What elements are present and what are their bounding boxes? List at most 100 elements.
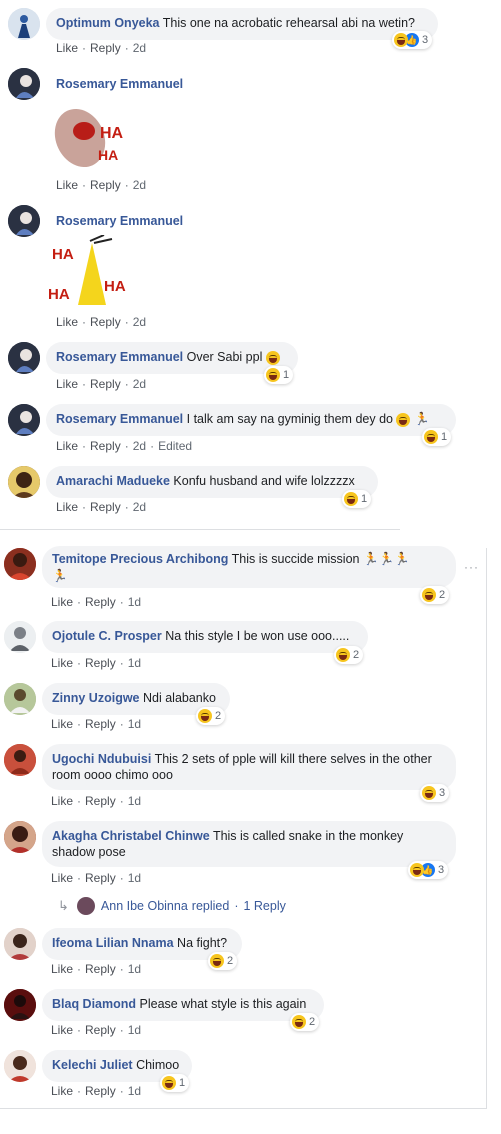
reaction-count[interactable]: 2 xyxy=(196,707,226,725)
timestamp[interactable]: 1d xyxy=(128,871,141,885)
replier-name[interactable]: Ann Ibe Obinna xyxy=(101,899,188,913)
reply-link[interactable]: Reply xyxy=(90,500,121,514)
author-name[interactable]: Rosemary Emmanuel xyxy=(56,412,183,426)
avatar[interactable] xyxy=(8,205,40,237)
haha-icon xyxy=(266,368,280,382)
reaction-count[interactable]: 3 xyxy=(420,784,450,802)
reply-link[interactable]: Reply xyxy=(90,377,121,391)
like-link[interactable]: Like xyxy=(51,962,73,976)
view-replies-link[interactable]: ↳ Ann Ibe Obinna replied · 1 Reply xyxy=(58,896,286,916)
svg-text:HA: HA xyxy=(52,246,74,263)
reply-link[interactable]: Reply xyxy=(85,871,116,885)
reaction-count[interactable]: 2 xyxy=(334,646,364,664)
avatar[interactable] xyxy=(8,8,40,40)
reply-link[interactable]: Reply xyxy=(85,595,116,609)
timestamp[interactable]: 1d xyxy=(128,717,141,731)
reaction-count[interactable]: 2 xyxy=(420,586,450,604)
like-link[interactable]: Like xyxy=(51,1084,73,1098)
author-name[interactable]: Zinny Uzoigwe xyxy=(52,691,140,705)
author-name[interactable]: Rosemary Emmanuel xyxy=(56,214,183,228)
reply-link[interactable]: Reply xyxy=(90,41,121,55)
reaction-count[interactable]: 1 xyxy=(342,490,372,508)
timestamp[interactable]: 2d xyxy=(133,315,146,329)
haha-icon xyxy=(162,1076,176,1090)
avatar[interactable] xyxy=(4,621,36,653)
like-link[interactable]: Like xyxy=(56,178,78,192)
timestamp[interactable]: 1d xyxy=(128,595,141,609)
reply-link[interactable]: Reply xyxy=(85,794,116,808)
timestamp[interactable]: 1d xyxy=(128,794,141,808)
comment-bubble: Blaq Diamond Please what style is this a… xyxy=(42,989,324,1021)
reaction-count[interactable]: 👍 3 xyxy=(408,861,449,879)
author-name[interactable]: Optimum Onyeka xyxy=(56,16,160,30)
timestamp[interactable]: 2d xyxy=(133,439,146,453)
like-link[interactable]: Like xyxy=(56,377,78,391)
reply-link[interactable]: Reply xyxy=(90,315,121,329)
reaction-count[interactable]: 1 xyxy=(160,1074,190,1092)
haha-icon xyxy=(422,588,436,602)
avatar[interactable] xyxy=(4,821,36,853)
avatar[interactable] xyxy=(8,342,40,374)
author-name[interactable]: Rosemary Emmanuel xyxy=(56,77,183,91)
reply-link[interactable]: Reply xyxy=(85,1023,116,1037)
comment-bubble: Rosemary Emmanuel I talk am say na gymin… xyxy=(46,404,456,436)
reaction-count[interactable]: 👍 3 xyxy=(392,31,433,49)
timestamp[interactable]: 2d xyxy=(133,500,146,514)
comment-text: This one na acrobatic rehearsal abi na w… xyxy=(162,16,415,30)
like-link[interactable]: Like xyxy=(56,439,78,453)
author-name[interactable]: Ugochi Ndubuisi xyxy=(52,752,151,766)
reaction-count[interactable]: 1 xyxy=(422,428,452,446)
reaction-count[interactable]: 2 xyxy=(208,952,238,970)
author-name[interactable]: Blaq Diamond xyxy=(52,997,136,1011)
edited-label[interactable]: Edited xyxy=(158,439,192,453)
avatar[interactable] xyxy=(4,744,36,776)
avatar xyxy=(76,897,95,915)
author-name[interactable]: Rosemary Emmanuel xyxy=(56,350,183,364)
timestamp[interactable]: 2d xyxy=(133,178,146,192)
like-link[interactable]: Like xyxy=(56,500,78,514)
sticker-image[interactable]: HA HA xyxy=(48,98,128,174)
timestamp[interactable]: 1d xyxy=(128,1023,141,1037)
avatar[interactable] xyxy=(4,683,36,715)
author-name[interactable]: Ifeoma Lilian Nnama xyxy=(52,936,174,950)
author-name[interactable]: Akagha Christabel Chinwe xyxy=(52,829,210,843)
like-link[interactable]: Like xyxy=(51,656,73,670)
avatar[interactable] xyxy=(4,928,36,960)
reaction-count[interactable]: 2 xyxy=(290,1013,320,1031)
avatar[interactable] xyxy=(8,404,40,436)
like-link[interactable]: Like xyxy=(51,1023,73,1037)
reply-count[interactable]: 1 Reply xyxy=(243,899,285,913)
author-name[interactable]: Ojotule C. Prosper xyxy=(52,629,162,643)
reply-link[interactable]: Reply xyxy=(90,439,121,453)
reply-link[interactable]: Reply xyxy=(85,717,116,731)
timestamp[interactable]: 2d xyxy=(133,377,146,391)
avatar[interactable] xyxy=(8,68,40,100)
divider xyxy=(0,529,400,530)
reply-link[interactable]: Reply xyxy=(85,1084,116,1098)
haha-icon xyxy=(336,648,350,662)
like-link[interactable]: Like xyxy=(56,315,78,329)
author-name[interactable]: Temitope Precious Archibong xyxy=(52,552,228,566)
like-link[interactable]: Like xyxy=(51,794,73,808)
like-link[interactable]: Like xyxy=(51,717,73,731)
sticker-image[interactable]: HA HA HA xyxy=(48,234,130,311)
like-link[interactable]: Like xyxy=(56,41,78,55)
avatar[interactable] xyxy=(8,466,40,498)
like-link[interactable]: Like xyxy=(51,871,73,885)
avatar[interactable] xyxy=(4,1050,36,1082)
reply-link[interactable]: Reply xyxy=(85,962,116,976)
avatar[interactable] xyxy=(4,548,36,580)
timestamp[interactable]: 2d xyxy=(133,41,146,55)
timestamp[interactable]: 1d xyxy=(128,962,141,976)
author-name[interactable]: Kelechi Juliet xyxy=(52,1058,133,1072)
timestamp[interactable]: 1d xyxy=(128,656,141,670)
like-link[interactable]: Like xyxy=(51,595,73,609)
reaction-count[interactable]: 1 xyxy=(264,366,294,384)
timestamp[interactable]: 1d xyxy=(128,1084,141,1098)
avatar[interactable] xyxy=(4,989,36,1021)
comment-text: Konfu husband and wife lolzzzzx xyxy=(173,474,355,488)
author-name[interactable]: Amarachi Madueke xyxy=(56,474,170,488)
reply-link[interactable]: Reply xyxy=(85,656,116,670)
reply-link[interactable]: Reply xyxy=(90,178,121,192)
more-options-icon[interactable]: ··· xyxy=(464,560,479,574)
